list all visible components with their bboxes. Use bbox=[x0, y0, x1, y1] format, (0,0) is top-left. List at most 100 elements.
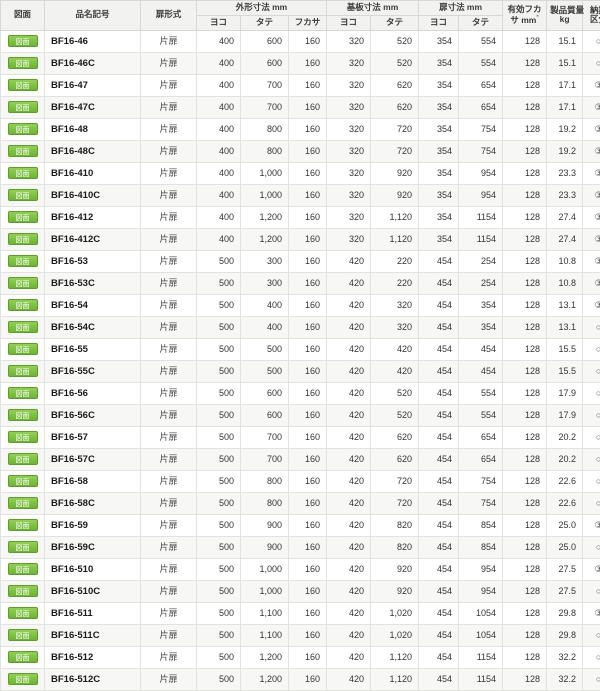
cell-outer-width: 500 bbox=[197, 426, 241, 448]
cell-model: BF16-510C bbox=[45, 580, 141, 602]
drawing-button[interactable]: 図面 bbox=[8, 189, 38, 201]
drawing-button[interactable]: 図面 bbox=[8, 123, 38, 135]
drawing-button[interactable]: 図面 bbox=[8, 563, 38, 575]
cell-effective-depth: 128 bbox=[503, 492, 547, 514]
cell-drawing[interactable]: 図面 bbox=[1, 272, 45, 294]
drawing-button[interactable]: 図面 bbox=[8, 321, 38, 333]
drawing-button[interactable]: 図面 bbox=[8, 79, 38, 91]
cell-outer-height: 800 bbox=[241, 140, 289, 162]
cell-door-type: 片扉 bbox=[141, 184, 197, 206]
header-base-height: タテ bbox=[371, 15, 419, 30]
cell-outer-depth: 160 bbox=[289, 404, 327, 426]
cell-drawing[interactable]: 図面 bbox=[1, 470, 45, 492]
drawing-button[interactable]: 図面 bbox=[8, 607, 38, 619]
cell-door-height: 554 bbox=[459, 52, 503, 74]
cell-lead-time: ○ bbox=[583, 470, 600, 492]
cell-drawing[interactable]: 図面 bbox=[1, 624, 45, 646]
cell-drawing[interactable]: 図面 bbox=[1, 228, 45, 250]
cell-model: BF16-46C bbox=[45, 52, 141, 74]
cell-door-width: 454 bbox=[419, 580, 459, 602]
drawing-button[interactable]: 図面 bbox=[8, 233, 38, 245]
cell-drawing[interactable]: 図面 bbox=[1, 96, 45, 118]
cell-drawing[interactable]: 図面 bbox=[1, 404, 45, 426]
cell-outer-depth: 160 bbox=[289, 294, 327, 316]
drawing-button[interactable]: 図面 bbox=[8, 673, 38, 685]
cell-drawing[interactable]: 図面 bbox=[1, 118, 45, 140]
drawing-button[interactable]: 図面 bbox=[8, 101, 38, 113]
cell-weight: 19.2 bbox=[547, 140, 583, 162]
cell-base-width: 420 bbox=[327, 514, 371, 536]
cell-model: BF16-58C bbox=[45, 492, 141, 514]
cell-door-width: 454 bbox=[419, 448, 459, 470]
drawing-button[interactable]: 図面 bbox=[8, 57, 38, 69]
drawing-button[interactable]: 図面 bbox=[8, 629, 38, 641]
cell-outer-width: 500 bbox=[197, 338, 241, 360]
cell-drawing[interactable]: 図面 bbox=[1, 316, 45, 338]
cell-outer-depth: 160 bbox=[289, 382, 327, 404]
cell-drawing[interactable]: 図面 bbox=[1, 74, 45, 96]
cell-base-height: 620 bbox=[371, 96, 419, 118]
drawing-button[interactable]: 図面 bbox=[8, 651, 38, 663]
cell-door-type: 片扉 bbox=[141, 646, 197, 668]
cell-drawing[interactable]: 図面 bbox=[1, 514, 45, 536]
cell-drawing[interactable]: 図面 bbox=[1, 360, 45, 382]
drawing-button[interactable]: 図面 bbox=[8, 35, 38, 47]
table-row: 図面BF16-56C片扉50060016042052045455412817.9… bbox=[1, 404, 600, 426]
cell-drawing[interactable]: 図面 bbox=[1, 668, 45, 690]
cell-drawing[interactable]: 図面 bbox=[1, 52, 45, 74]
drawing-button[interactable]: 図面 bbox=[8, 519, 38, 531]
drawing-button[interactable]: 図面 bbox=[8, 387, 38, 399]
cell-outer-depth: 160 bbox=[289, 470, 327, 492]
cell-drawing[interactable]: 図面 bbox=[1, 602, 45, 624]
cell-door-type: 片扉 bbox=[141, 558, 197, 580]
cell-drawing[interactable]: 図面 bbox=[1, 580, 45, 602]
cell-drawing[interactable]: 図面 bbox=[1, 646, 45, 668]
cell-drawing[interactable]: 図面 bbox=[1, 206, 45, 228]
drawing-button[interactable]: 図面 bbox=[8, 431, 38, 443]
drawing-button[interactable]: 図面 bbox=[8, 409, 38, 421]
cell-door-height: 1154 bbox=[459, 206, 503, 228]
cell-door-width: 454 bbox=[419, 602, 459, 624]
cell-drawing[interactable]: 図面 bbox=[1, 382, 45, 404]
cell-drawing[interactable]: 図面 bbox=[1, 162, 45, 184]
cell-outer-width: 500 bbox=[197, 272, 241, 294]
cell-door-type: 片扉 bbox=[141, 514, 197, 536]
cell-drawing[interactable]: 図面 bbox=[1, 426, 45, 448]
drawing-button[interactable]: 図面 bbox=[8, 277, 38, 289]
drawing-button[interactable]: 図面 bbox=[8, 167, 38, 179]
cell-door-width: 354 bbox=[419, 96, 459, 118]
drawing-button[interactable]: 図面 bbox=[8, 585, 38, 597]
cell-drawing[interactable]: 図面 bbox=[1, 492, 45, 514]
drawing-button[interactable]: 図面 bbox=[8, 365, 38, 377]
cell-drawing[interactable]: 図面 bbox=[1, 294, 45, 316]
cell-outer-depth: 160 bbox=[289, 74, 327, 96]
drawing-button[interactable]: 図面 bbox=[8, 211, 38, 223]
drawing-button[interactable]: 図面 bbox=[8, 541, 38, 553]
table-row: 図面BF16-55C片扉50050016042042045445412815.5… bbox=[1, 360, 600, 382]
cell-drawing[interactable]: 図面 bbox=[1, 140, 45, 162]
cell-outer-height: 1,000 bbox=[241, 184, 289, 206]
drawing-button[interactable]: 図面 bbox=[8, 475, 38, 487]
drawing-button[interactable]: 図面 bbox=[8, 453, 38, 465]
cell-lead-time: ③ bbox=[583, 294, 600, 316]
cell-drawing[interactable]: 図面 bbox=[1, 184, 45, 206]
cell-door-height: 254 bbox=[459, 250, 503, 272]
cell-base-width: 320 bbox=[327, 184, 371, 206]
cell-drawing[interactable]: 図面 bbox=[1, 536, 45, 558]
cell-door-height: 754 bbox=[459, 140, 503, 162]
cell-lead-time: ③ bbox=[583, 74, 600, 96]
cell-door-height: 754 bbox=[459, 118, 503, 140]
cell-drawing[interactable]: 図面 bbox=[1, 448, 45, 470]
cell-drawing[interactable]: 図面 bbox=[1, 250, 45, 272]
cell-drawing[interactable]: 図面 bbox=[1, 338, 45, 360]
cell-drawing[interactable]: 図面 bbox=[1, 558, 45, 580]
drawing-button[interactable]: 図面 bbox=[8, 145, 38, 157]
drawing-button[interactable]: 図面 bbox=[8, 343, 38, 355]
table-row: 図面BF16-46C片扉40060016032052035455412815.1… bbox=[1, 52, 600, 74]
header-lead-time-line2: 区分 bbox=[590, 14, 600, 24]
drawing-button[interactable]: 図面 bbox=[8, 299, 38, 311]
cell-base-height: 920 bbox=[371, 580, 419, 602]
drawing-button[interactable]: 図面 bbox=[8, 255, 38, 267]
cell-drawing[interactable]: 図面 bbox=[1, 30, 45, 52]
drawing-button[interactable]: 図面 bbox=[8, 497, 38, 509]
